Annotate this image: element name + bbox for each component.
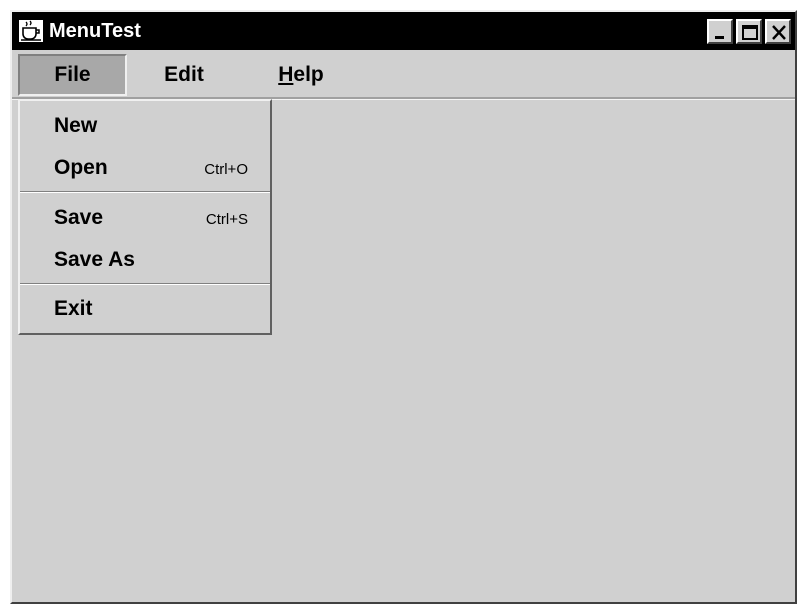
menu-help-mnemonic: H (278, 63, 294, 86)
menu-item-save[interactable]: Save Ctrl+S (20, 198, 270, 238)
menu-item-accelerator: Ctrl+O (204, 161, 248, 178)
maximize-icon (742, 25, 758, 40)
menu-item-label: Save As (54, 248, 135, 271)
window-controls (707, 19, 791, 44)
menu-item-new[interactable]: New (20, 106, 270, 146)
maximize-button[interactable] (736, 19, 762, 44)
menutest-window: MenuTest File Edit Help New Open Ctrl+O … (10, 10, 797, 604)
title-bar[interactable]: MenuTest (12, 12, 795, 50)
close-icon (772, 25, 786, 40)
menu-item-accelerator: Ctrl+S (205, 211, 248, 228)
java-cup-icon[interactable] (19, 20, 43, 42)
close-button[interactable] (765, 19, 791, 44)
minimize-button[interactable] (707, 19, 733, 44)
menu-help[interactable]: Help (265, 54, 337, 96)
menu-item-label: Open (54, 156, 108, 179)
menu-file[interactable]: File (18, 54, 127, 96)
menu-item-label: New (54, 114, 98, 137)
menu-item-exit[interactable]: Exit (20, 289, 270, 329)
menu-help-label: elp (293, 63, 324, 86)
file-menu-dropdown: New Open Ctrl+O Save Ctrl+S Save As Exit (18, 99, 272, 335)
menu-item-save-as[interactable]: Save As (20, 240, 270, 280)
menu-separator (20, 191, 270, 193)
window-title: MenuTest (49, 20, 141, 42)
menu-item-open[interactable]: Open Ctrl+O (20, 148, 270, 188)
menu-item-label: Exit (54, 297, 93, 320)
menu-bar: File Edit Help (12, 50, 795, 100)
menu-edit[interactable]: Edit (144, 54, 224, 96)
minimize-icon (715, 36, 724, 39)
menu-separator (20, 283, 270, 285)
menu-item-label: Save (54, 206, 104, 229)
